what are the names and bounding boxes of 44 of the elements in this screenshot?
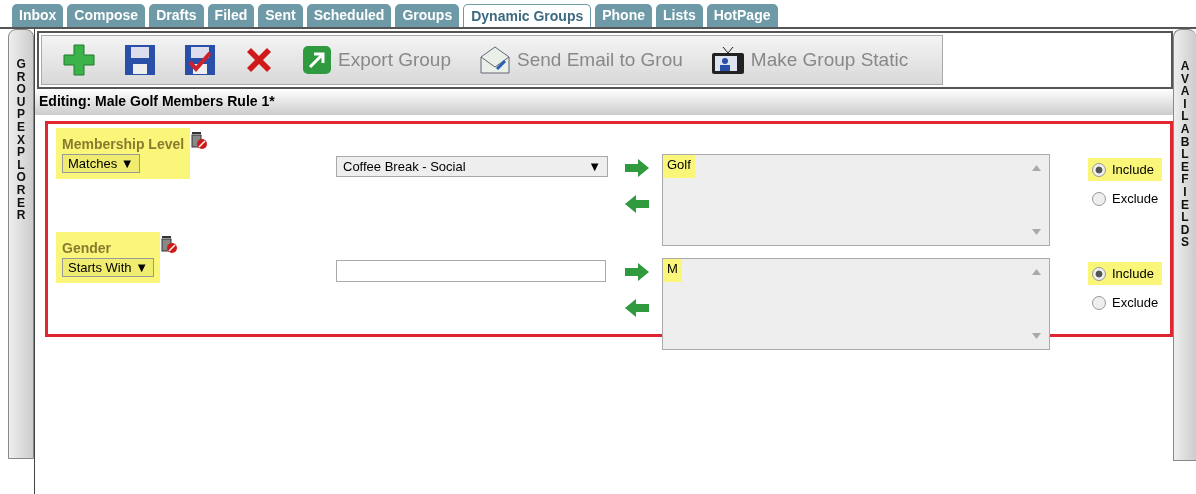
radio-option[interactable]: Include <box>1088 158 1163 181</box>
list-item[interactable]: Golf <box>663 155 695 178</box>
tab[interactable]: Lists <box>656 4 703 27</box>
editing-header: Editing: Male Golf Members Rule 1* <box>35 89 1173 115</box>
left-arrow-icon[interactable] <box>624 194 650 214</box>
scroll-down-icon[interactable] <box>1032 333 1041 339</box>
operator-dropdown[interactable]: Starts With ▼ <box>62 258 155 277</box>
tab[interactable]: Filed <box>207 4 255 27</box>
field-name: Membership Level <box>62 136 185 152</box>
tab[interactable]: Compose <box>67 4 146 27</box>
group-explorer-panel[interactable]: GROUP EXPLORER <box>8 29 34 459</box>
tab[interactable]: Phone <box>595 4 652 27</box>
operator-dropdown[interactable]: Matches ▼ <box>62 154 140 173</box>
trash-icon[interactable] <box>190 130 209 150</box>
right-arrow-icon[interactable] <box>624 158 650 178</box>
value-dropdown[interactable]: Coffee Break - Social ▼ <box>336 156 608 177</box>
radio-option[interactable]: Exclude <box>1088 291 1163 314</box>
list-item[interactable]: M <box>663 259 682 282</box>
left-arrow-icon[interactable] <box>624 298 650 318</box>
scroll-up-icon[interactable] <box>1032 269 1041 275</box>
television-icon <box>710 45 745 75</box>
tab[interactable]: Dynamic Groups <box>463 4 592 27</box>
tab[interactable]: Sent <box>258 4 303 27</box>
plus-icon <box>62 43 96 77</box>
values-listbox[interactable]: M <box>662 258 1050 350</box>
scroll-up-icon[interactable] <box>1032 165 1041 171</box>
available-fields-panel[interactable]: AVAILABLE FIELDS <box>1173 29 1196 461</box>
sidebar-label: GROUP EXPLORER <box>16 58 26 225</box>
right-arrow-icon[interactable] <box>624 262 650 282</box>
sidebar-label: AVAILABLE FIELDS <box>1180 60 1190 252</box>
tab[interactable]: HotPage <box>706 4 778 27</box>
trash-icon[interactable] <box>160 234 179 254</box>
radio-option[interactable]: Include <box>1088 262 1163 285</box>
tab[interactable]: Inbox <box>12 4 64 27</box>
radio-option[interactable]: Exclude <box>1088 187 1163 210</box>
tab[interactable]: Scheduled <box>306 4 392 27</box>
scroll-down-icon[interactable] <box>1032 229 1041 235</box>
values-listbox[interactable]: Golf <box>662 154 1050 246</box>
tab[interactable]: Groups <box>395 4 460 27</box>
floppy-check-icon <box>184 44 216 76</box>
field-name: Gender <box>62 240 111 256</box>
tab[interactable]: Drafts <box>149 4 204 27</box>
value-input[interactable] <box>336 260 606 282</box>
envelope-icon <box>479 45 511 75</box>
